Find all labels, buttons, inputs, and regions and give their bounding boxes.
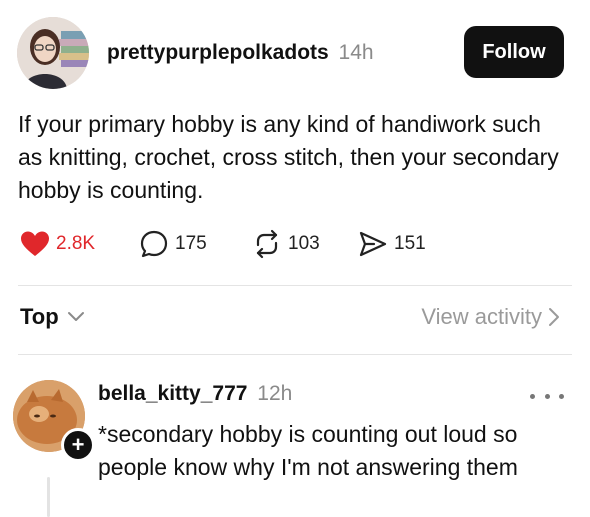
dot	[530, 393, 535, 399]
post-timestamp: 14h	[338, 41, 374, 64]
sort-row: Top View activity	[20, 304, 560, 338]
speech-bubble-icon	[140, 230, 168, 258]
post-actions: 2.8K 175 103 151	[20, 226, 560, 262]
reply-timestamp: 12h	[257, 382, 293, 405]
repost-arrows-icon	[256, 229, 278, 259]
reply-item: + bella_kitty_777 12h *secondary hobby i…	[0, 356, 590, 517]
share-count: 151	[394, 233, 426, 254]
divider	[18, 285, 572, 286]
reply-username[interactable]: bella_kitty_777	[98, 382, 247, 405]
repost-count: 103	[288, 233, 320, 254]
more-dots-icon[interactable]	[530, 386, 564, 406]
reply-count: 175	[175, 233, 207, 254]
sort-dropdown[interactable]: Top	[20, 304, 85, 330]
avatar-image	[17, 17, 89, 89]
view-activity-label: View activity	[421, 304, 542, 329]
view-activity-link[interactable]: View activity	[421, 304, 560, 330]
avatar[interactable]	[17, 17, 89, 89]
like-count: 2.8K	[56, 233, 96, 254]
follow-button[interactable]: Follow	[464, 26, 564, 78]
send-icon	[359, 231, 387, 257]
thread-line	[47, 477, 50, 517]
like-button[interactable]: 2.8K	[20, 226, 95, 262]
reply-author: bella_kitty_777 12h	[98, 382, 292, 406]
post-author: prettypurplepolkadots 14h	[107, 41, 374, 65]
reply-button[interactable]: 175	[139, 226, 207, 262]
heart-filled-icon	[21, 231, 49, 256]
share-button[interactable]: 151	[358, 226, 426, 262]
chevron-right-icon	[549, 308, 559, 326]
follow-plus-button[interactable]: +	[61, 428, 95, 462]
sort-label: Top	[20, 304, 59, 329]
post-header: prettypurplepolkadots 14h Follow	[17, 17, 564, 89]
post-text: If your primary hobby is any kind of han…	[18, 111, 559, 203]
divider	[18, 354, 572, 355]
username[interactable]: prettypurplepolkadots	[107, 41, 329, 64]
reply-text: *secondary hobby is counting out loud so…	[98, 421, 518, 480]
dot	[559, 393, 564, 399]
chevron-down-icon	[67, 312, 84, 321]
dot	[544, 393, 550, 399]
repost-button[interactable]: 103	[252, 226, 320, 262]
